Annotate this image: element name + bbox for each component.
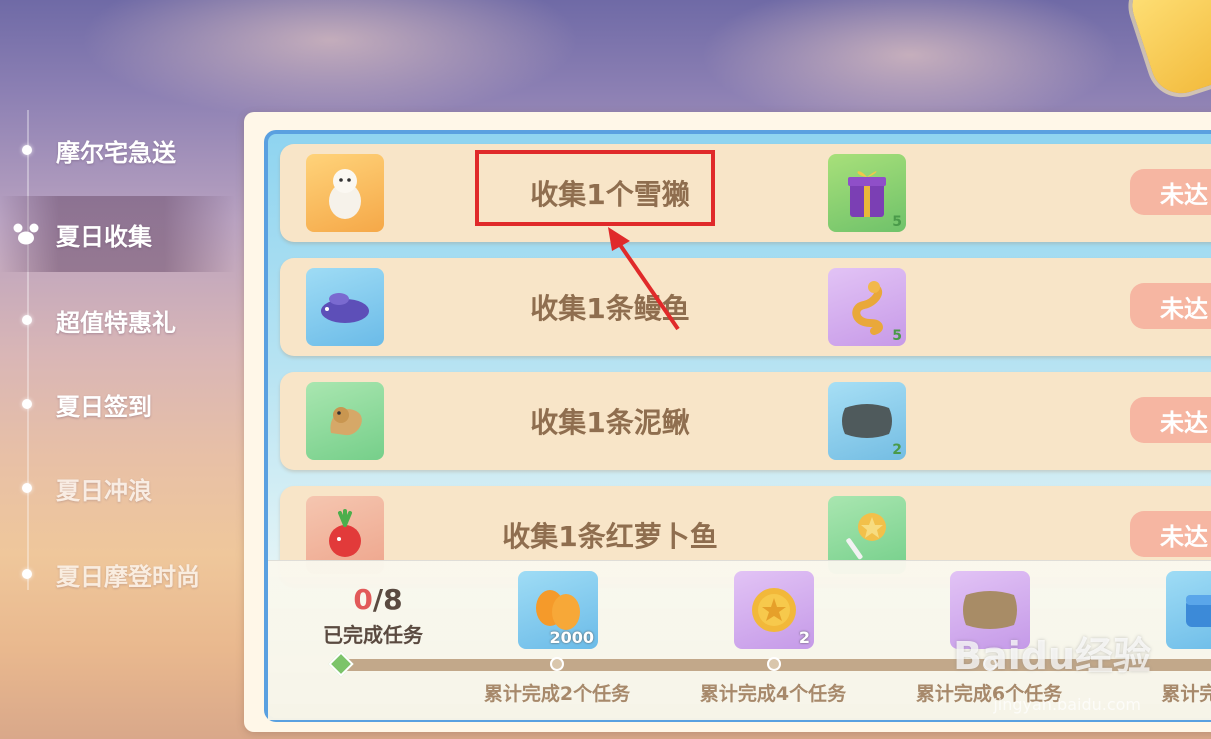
sidebar-item-special-offer[interactable]: 超值特惠礼	[0, 282, 235, 358]
bullet-icon	[22, 145, 32, 155]
sidebar-item-label: 超值特惠礼	[56, 308, 176, 337]
milestone-label: 累计完成2个任务	[483, 683, 631, 705]
bullet-icon	[22, 315, 32, 325]
milestone-count: 2	[798, 628, 810, 647]
sidebar-item-label: 摩尔宅急送	[56, 138, 176, 167]
corner-badge-icon[interactable]	[1124, 0, 1211, 101]
blue-chest-icon[interactable]	[1166, 571, 1211, 649]
task-row: 收集1条泥鳅 2 未达	[280, 372, 1211, 470]
sidebar-item-label: 夏日签到	[56, 392, 152, 421]
gold-coin-icon[interactable]: 2	[734, 571, 814, 649]
task-row: 收集1条鳗鱼 5 未达	[280, 258, 1211, 356]
background-cloud	[700, 0, 1120, 130]
milestone-dot	[767, 657, 781, 671]
cushion-icon[interactable]: 2	[828, 382, 906, 460]
sidebar-item-summer-collect[interactable]: 夏日收集	[0, 196, 235, 272]
eel-icon	[306, 268, 384, 346]
reward-count: 5	[892, 214, 902, 230]
milestone-dot	[550, 657, 564, 671]
task-description: 收集1条泥鳅	[530, 406, 690, 439]
sidebar-item-summer-checkin[interactable]: 夏日签到	[0, 366, 235, 442]
orange-slices-icon[interactable]: 2000	[518, 571, 598, 649]
status-button[interactable]: 未达	[1130, 283, 1211, 329]
progress-total: /8	[372, 583, 403, 616]
status-button[interactable]: 未达	[1130, 169, 1211, 215]
snow-otter-icon	[306, 154, 384, 232]
watermark-logo: Baidu经验	[953, 634, 1151, 678]
annotation-highlight-box	[475, 150, 715, 226]
status-button[interactable]: 未达	[1130, 511, 1211, 557]
loach-icon	[306, 382, 384, 460]
progress-count: 0/8	[308, 583, 448, 616]
sidebar-item-label: 夏日收集	[56, 222, 152, 251]
sidebar-item-summer-surf[interactable]: 夏日冲浪	[0, 450, 235, 526]
status-button[interactable]: 未达	[1130, 397, 1211, 443]
progress-section: 0/8 已完成任务 2000 累计完成2个任务 2 累计完成4个任务 累计完成6…	[268, 560, 1211, 720]
milestone-label: 累计完成4个任务	[699, 683, 847, 705]
sidebar-item-label: 夏日摩登时尚	[56, 562, 200, 591]
snake-icon[interactable]: 5	[828, 268, 906, 346]
reward-count: 5	[892, 328, 902, 344]
sidebar-nav: 摩尔宅急送 夏日收集 超值特惠礼 夏日签到 夏日冲浪 夏日摩登时尚	[0, 110, 240, 610]
bullet-icon	[22, 399, 32, 409]
annotation-arrow-icon	[608, 227, 680, 331]
background-cloud	[80, 0, 580, 120]
sidebar-item-summer-fashion[interactable]: 夏日摩登时尚	[0, 536, 235, 612]
sidebar-item-delivery[interactable]: 摩尔宅急送	[0, 112, 235, 188]
sidebar-item-label: 夏日冲浪	[56, 476, 152, 505]
watermark-url: jingyan.baidu.com	[993, 695, 1141, 714]
reward-count: 2	[892, 442, 902, 458]
paw-icon	[13, 223, 39, 245]
task-row: 收集1个雪獭 5 未达	[280, 144, 1211, 242]
bullet-icon	[22, 569, 32, 579]
gift-box-icon[interactable]: 5	[828, 154, 906, 232]
bullet-icon	[22, 483, 32, 493]
progress-start-marker	[328, 651, 354, 677]
progress-label: 已完成任务	[323, 623, 423, 647]
milestone-count: 2000	[549, 628, 594, 647]
progress-current: 0	[353, 583, 373, 616]
